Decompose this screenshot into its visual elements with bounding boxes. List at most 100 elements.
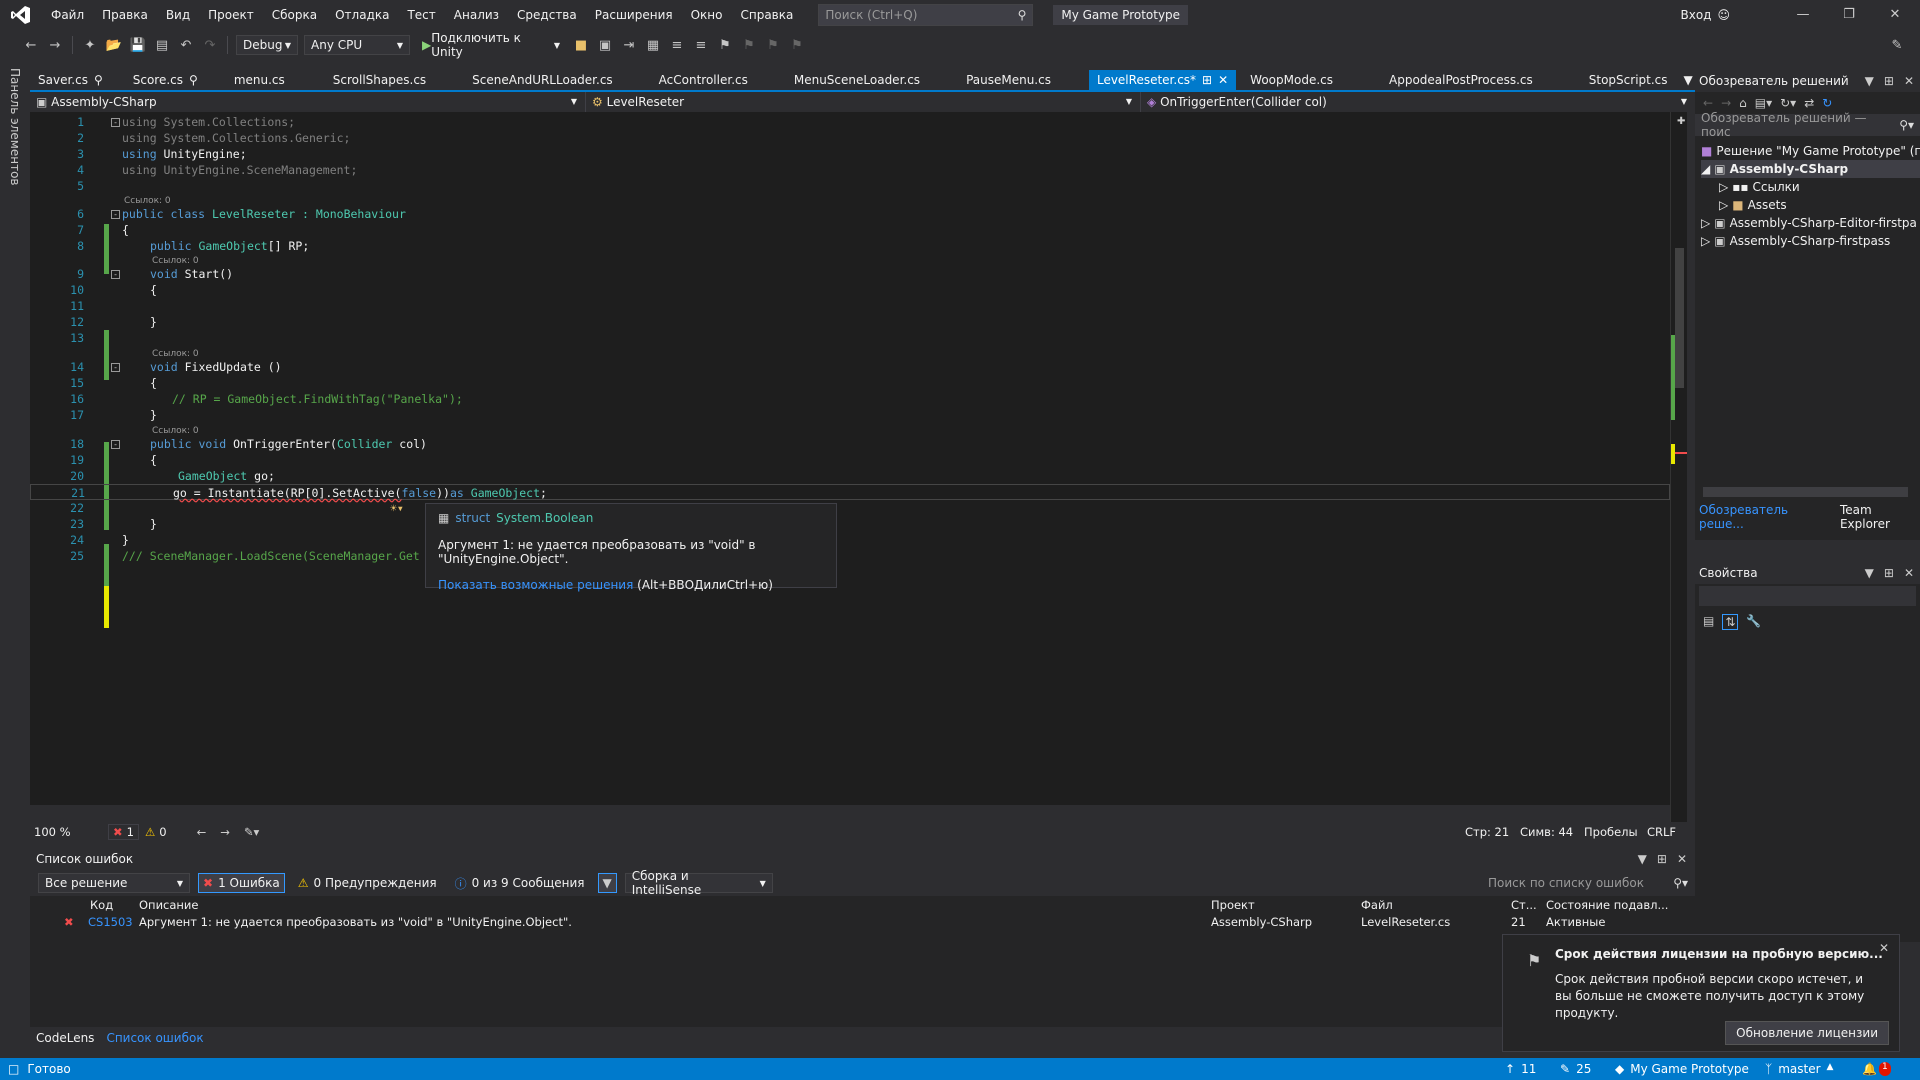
menu-file[interactable]: Файл — [42, 0, 93, 30]
brush-icon[interactable]: ✎▾ — [244, 825, 259, 839]
error-code-link[interactable]: CS1503 — [88, 915, 133, 929]
menu-analyze[interactable]: Анализ — [445, 0, 508, 30]
forward-icon[interactable]: → — [1721, 96, 1731, 110]
screenshot-icon[interactable]: ▣ — [596, 36, 614, 54]
pin-icon[interactable]: ⊞ — [1202, 70, 1212, 90]
pin-icon[interactable]: ⚲ — [94, 70, 103, 90]
tab-menuscene-loader[interactable]: MenuSceneLoader.cs — [786, 70, 928, 90]
indent-mode[interactable]: Пробелы — [1584, 825, 1638, 839]
code-editor[interactable]: 1- using System.Collections; 2 using Syste… — [30, 112, 1678, 805]
pin-icon[interactable]: ⊞ — [1884, 70, 1894, 92]
prev-bookmark-icon[interactable]: ⚑ — [740, 36, 758, 54]
bookmark-icon[interactable]: ⚑ — [716, 36, 734, 54]
collapse-icon[interactable]: - — [111, 118, 120, 127]
tree-item-assembly-csharp[interactable]: ◢ ▣ Assembly-CSharp — [1701, 160, 1920, 178]
pin-toolbar-icon[interactable]: ✎ — [1888, 36, 1906, 54]
menu-debug[interactable]: Отладка — [326, 0, 398, 30]
collapse-icon[interactable]: - — [111, 210, 120, 219]
platform-select[interactable]: Any CPU ▼ — [304, 35, 410, 55]
member-dropdown[interactable]: ◈ OnTriggerEnter(Collider col) ▼ — [1141, 92, 1695, 112]
home-icon[interactable]: ⌂ — [1739, 96, 1747, 110]
save-icon[interactable]: 💾 — [129, 36, 147, 54]
step-icon[interactable]: ⇥ — [620, 36, 638, 54]
visual-studio-logo-icon[interactable] — [0, 0, 42, 30]
next-bookmark-icon[interactable]: ⚑ — [764, 36, 782, 54]
tab-accontroller[interactable]: AcController.cs — [651, 70, 756, 90]
tab-scrollshapes[interactable]: ScrollShapes.cs — [325, 70, 434, 90]
property-pages-icon[interactable]: 🔧 — [1746, 614, 1761, 630]
output-icon[interactable]: □ — [8, 1062, 19, 1076]
tree-item-assets[interactable]: ▷ ■ Assets — [1719, 196, 1787, 214]
collapse-icon[interactable]: - — [111, 270, 120, 279]
close-icon[interactable]: ✕ — [1904, 562, 1914, 584]
solution-search-input[interactable]: Обозреватель решений — поис ⚲▾ — [1695, 111, 1920, 139]
table-row[interactable]: ✖ CS1503 Аргумент 1: не удается преобраз… — [30, 915, 1670, 933]
open-folder-icon[interactable]: 📂 — [105, 36, 123, 54]
warning-count[interactable]: ⚠ 0 — [145, 825, 167, 839]
notifications-button[interactable]: 🔔 1 — [1862, 1062, 1891, 1076]
pin-icon[interactable]: ⚲ — [189, 70, 198, 90]
close-icon[interactable]: ✕ — [1677, 852, 1687, 866]
redo-icon[interactable]: ↷ — [201, 36, 219, 54]
attach-unity-button[interactable]: ▶ Подключить к Unity ▼ — [416, 31, 566, 59]
tab-levelreseter[interactable]: LevelReseter.cs* ⊞ ✕ — [1088, 70, 1237, 90]
save-all-icon[interactable]: ▤ — [153, 36, 171, 54]
tree-item-assembly-editor[interactable]: ▷ ▣ Assembly-CSharp-Editor-firstpa — [1701, 214, 1917, 232]
close-tab-icon[interactable]: ✕ — [1218, 70, 1228, 90]
chevron-down-icon[interactable]: ▼ — [1865, 70, 1874, 92]
build-source-select[interactable]: Сборка и IntelliSense ▼ — [624, 869, 773, 897]
lightbulb-icon[interactable]: ☀▾ — [390, 500, 404, 516]
project-dropdown[interactable]: ▣ Assembly-CSharp ▼ — [30, 92, 586, 112]
collapse-icon[interactable]: - — [111, 440, 120, 449]
chevron-down-icon[interactable]: ▼ — [1638, 852, 1647, 866]
branch-name[interactable]: ᛉ master ▲ — [1765, 1062, 1833, 1076]
editor-scrollbar[interactable]: ✚ — [1670, 112, 1687, 822]
class-dropdown[interactable]: ⚙ LevelReseter ▼ — [586, 92, 1141, 112]
menu-build[interactable]: Сборка — [263, 0, 326, 30]
tab-stopscript[interactable]: StopScript.cs — [1581, 70, 1676, 90]
pin-icon[interactable]: ⊞ — [1884, 562, 1894, 584]
refresh-icon[interactable]: ↻ — [1822, 96, 1832, 110]
zoom-level[interactable]: 100 % — [30, 825, 92, 839]
menu-tools[interactable]: Средства — [508, 0, 586, 30]
toolbox-tab[interactable]: Панель элементов — [8, 68, 22, 186]
minimize-button[interactable]: — — [1780, 0, 1826, 30]
tab-saver[interactable]: Saver.cs ⚲ — [30, 70, 111, 90]
tab-score[interactable]: Score.cs ⚲ — [125, 70, 206, 90]
configuration-select[interactable]: Debug ▼ — [236, 35, 298, 55]
layout-icon[interactable]: ▦ — [644, 36, 662, 54]
menu-test[interactable]: Тест — [398, 0, 444, 30]
tab-woopmode[interactable]: WoopMode.cs — [1242, 70, 1341, 90]
undo-icon[interactable]: ↶ — [177, 36, 195, 54]
error-search-input[interactable]: Поиск по списку ошибок ⚲▾ — [1488, 873, 1688, 893]
close-window-button[interactable]: ✕ — [1872, 0, 1918, 30]
alphabetical-icon[interactable]: ⇅ — [1722, 614, 1739, 630]
tab-appodeal-post-process[interactable]: AppodealPostProcess.cs — [1381, 70, 1541, 90]
repository-name[interactable]: ◆ My Game Prototype — [1615, 1062, 1749, 1076]
unity-icon[interactable]: ■ — [572, 36, 590, 54]
show-fixes-link[interactable]: Показать возможные решения — [438, 578, 633, 592]
column-line[interactable]: Ст... — [1511, 898, 1537, 912]
history-icon[interactable]: ↻▾ — [1780, 96, 1796, 110]
forward-icon[interactable]: → — [46, 36, 64, 54]
menu-window[interactable]: Окно — [682, 0, 732, 30]
filter-icon[interactable]: ▼ — [597, 873, 617, 893]
sync-icon[interactable]: ⇄ — [1804, 96, 1814, 110]
scrollbar-thumb[interactable] — [1675, 248, 1684, 388]
close-icon[interactable]: ✕ — [1904, 70, 1914, 92]
back-icon[interactable]: ← — [22, 36, 40, 54]
tab-error-list[interactable]: Список ошибок — [100, 1031, 209, 1045]
clear-bookmarks-icon[interactable]: ⚑ — [788, 36, 806, 54]
errors-filter-button[interactable]: ✖ 1 Ошибка — [198, 873, 285, 893]
login-button[interactable]: Вход ☺ — [1681, 0, 1731, 30]
collapse-icon[interactable]: - — [111, 363, 120, 372]
tab-codelens[interactable]: CodeLens — [30, 1031, 100, 1045]
prev-issue-icon[interactable]: ← — [197, 825, 207, 839]
menu-project[interactable]: Проект — [199, 0, 263, 30]
pin-icon[interactable]: ⊞ — [1657, 852, 1667, 866]
column-project[interactable]: Проект — [1211, 898, 1255, 912]
tree-item-solution[interactable]: ■ Решение "My Game Prototype" (п — [1701, 142, 1920, 160]
scope-select[interactable]: Все решение ▼ — [38, 873, 190, 893]
new-project-icon[interactable]: ✦ — [81, 36, 99, 54]
menu-edit[interactable]: Правка — [93, 0, 157, 30]
